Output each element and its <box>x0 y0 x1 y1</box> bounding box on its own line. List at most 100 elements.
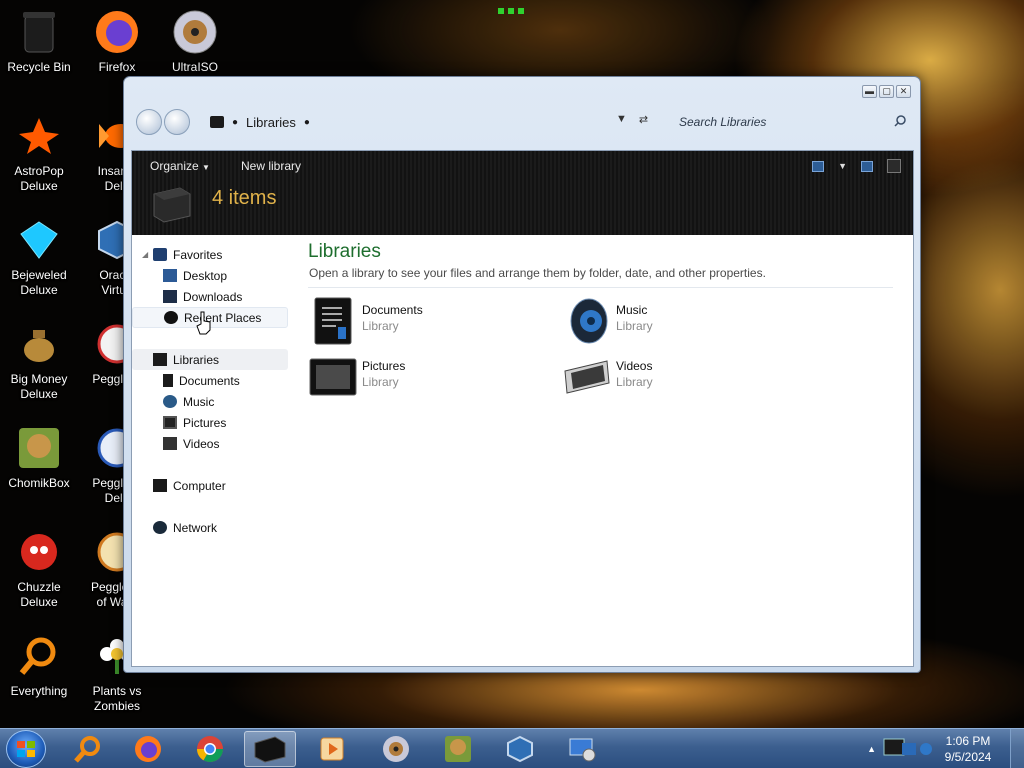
page-title: Libraries <box>308 241 381 262</box>
system-clock[interactable]: 1:06 PM 9/5/2024 <box>936 733 1000 765</box>
taskbar-firefox[interactable] <box>122 731 174 767</box>
library-name: Documents <box>362 303 423 317</box>
search-icon[interactable] <box>894 115 906 127</box>
nav-label: Desktop <box>183 268 228 283</box>
taskbar-media-player[interactable] <box>306 731 358 767</box>
library-name: Pictures <box>362 359 406 373</box>
divider <box>308 287 893 288</box>
help-icon[interactable] <box>887 159 901 173</box>
taskbar-explorer[interactable] <box>244 731 296 767</box>
change-view-icon[interactable] <box>812 160 825 172</box>
desktop-icon-everything[interactable]: Everything <box>0 628 78 699</box>
favorites-icon <box>153 248 167 261</box>
address-actions: ▼ ⇄ <box>616 113 648 126</box>
breadcrumb-libraries[interactable]: Libraries <box>246 115 296 130</box>
nav-videos[interactable]: Videos <box>132 433 290 454</box>
firefox-icon <box>135 736 161 762</box>
refresh-icon[interactable]: ⇄ <box>639 113 648 126</box>
chomikbox-icon <box>445 736 471 762</box>
nav-favorites[interactable]: Favorites <box>132 244 290 265</box>
taskbar-virtualbox[interactable] <box>494 731 546 767</box>
astropop-icon <box>19 118 59 154</box>
desktop-icon-ultraiso[interactable]: UltraISO <box>156 4 234 75</box>
desktop-icon-label: Big Money Deluxe <box>10 372 68 401</box>
close-button[interactable]: ✕ <box>896 85 911 98</box>
new-library-label: New library <box>241 159 302 173</box>
music-icon <box>163 395 177 408</box>
content-frame: Organize ▼ New library ▼ 4 items ◢ Favor… <box>131 150 914 667</box>
desktop-icon-label: Bejeweled Deluxe <box>11 268 67 297</box>
desktop-icon-big-money[interactable]: Big Money Deluxe <box>0 316 78 402</box>
library-item-pictures[interactable]: Pictures Library <box>309 351 549 403</box>
start-button[interactable] <box>6 730 46 768</box>
nav-label: Network <box>173 520 218 535</box>
desktop-icon-chuzzle[interactable]: Chuzzle Deluxe <box>0 524 78 610</box>
show-desktop-button[interactable] <box>1010 729 1024 768</box>
desktop-icon-bejeweled[interactable]: Bejeweled Deluxe <box>0 212 78 298</box>
item-count: 4 items <box>212 187 277 209</box>
maximize-button[interactable]: ▢ <box>879 85 894 98</box>
media-player-icon <box>320 737 344 761</box>
desktop-icon-label: Plants vs Zombies <box>92 684 142 713</box>
film-reel-icon <box>564 360 610 394</box>
page-description: Open a library to see your files and arr… <box>309 266 766 280</box>
show-hidden-icons-icon[interactable]: ▲ <box>867 744 876 754</box>
taskbar-control-panel[interactable] <box>556 731 608 767</box>
nav-downloads[interactable]: Downloads <box>132 286 290 307</box>
address-bar[interactable]: ● Libraries ● <box>202 110 662 134</box>
nav-label: Documents <box>179 373 240 388</box>
window-controls: ▬ ▢ ✕ <box>862 85 911 98</box>
library-item-music[interactable]: Music Library <box>563 295 803 347</box>
nav-network[interactable]: Network <box>132 517 290 538</box>
desktop-icon-astropop[interactable]: AstroPop Deluxe <box>0 108 78 194</box>
money-bag-icon <box>24 330 54 362</box>
pictures-icon <box>163 416 177 429</box>
taskbar-ultraiso[interactable] <box>370 731 422 767</box>
nav-computer[interactable]: Computer <box>132 475 290 496</box>
search-input[interactable]: Search Libraries <box>669 110 912 134</box>
libraries-icon <box>153 353 167 366</box>
taskbar-chomikbox[interactable] <box>432 731 484 767</box>
chuzzle-icon <box>21 534 57 570</box>
breadcrumb-separator-icon[interactable]: ● <box>232 117 238 128</box>
preview-pane-icon[interactable] <box>861 160 873 172</box>
minimize-button[interactable]: ▬ <box>862 85 877 98</box>
nav-pictures[interactable]: Pictures <box>132 412 290 433</box>
desktop-icon-label: Chuzzle Deluxe <box>17 580 61 609</box>
nav-label: Computer <box>173 478 226 493</box>
minimize-icon: ▬ <box>865 86 874 96</box>
nav-libraries[interactable]: Libraries <box>132 349 288 370</box>
library-item-videos[interactable]: Videos Library <box>563 351 803 403</box>
ultraiso-icon <box>383 736 409 762</box>
chomikbox-icon <box>19 428 59 468</box>
library-type: Library <box>616 375 653 389</box>
wallpaper-glow-icon <box>498 8 524 14</box>
search-placeholder: Search Libraries <box>679 115 767 129</box>
magnifier-icon <box>19 637 56 675</box>
nav-documents[interactable]: Documents <box>132 370 290 391</box>
new-library-button[interactable]: New library <box>241 159 301 173</box>
back-button[interactable] <box>136 109 162 135</box>
view-dropdown-icon[interactable]: ▼ <box>838 161 847 171</box>
gem-icon <box>20 221 58 259</box>
nav-desktop[interactable]: Desktop <box>132 265 290 286</box>
nav-label: Pictures <box>183 415 227 430</box>
desktop-icon-recycle-bin[interactable]: Recycle Bin <box>0 4 78 75</box>
address-dropdown-icon[interactable]: ▼ <box>616 113 627 126</box>
hand-cursor-icon <box>196 311 211 335</box>
library-item-documents[interactable]: Documents Library <box>309 295 549 347</box>
close-icon: ✕ <box>899 86 908 96</box>
desktop-icon-chomikbox[interactable]: ChomikBox <box>0 420 78 491</box>
forward-button[interactable] <box>164 109 190 135</box>
libraries-large-icon <box>153 187 191 223</box>
chrome-icon <box>196 736 224 763</box>
chevron-down-icon: ▼ <box>202 163 210 172</box>
organize-button[interactable]: Organize ▼ <box>150 159 210 173</box>
nav-music[interactable]: Music <box>132 391 290 412</box>
taskbar-everything[interactable] <box>62 731 114 767</box>
desktop-icon-firefox[interactable]: Firefox <box>78 4 156 75</box>
desktop-icon <box>163 269 177 282</box>
network-tray-icon[interactable] <box>882 735 934 763</box>
taskbar-chrome[interactable] <box>184 731 236 767</box>
breadcrumb-separator-icon[interactable]: ● <box>304 117 310 128</box>
